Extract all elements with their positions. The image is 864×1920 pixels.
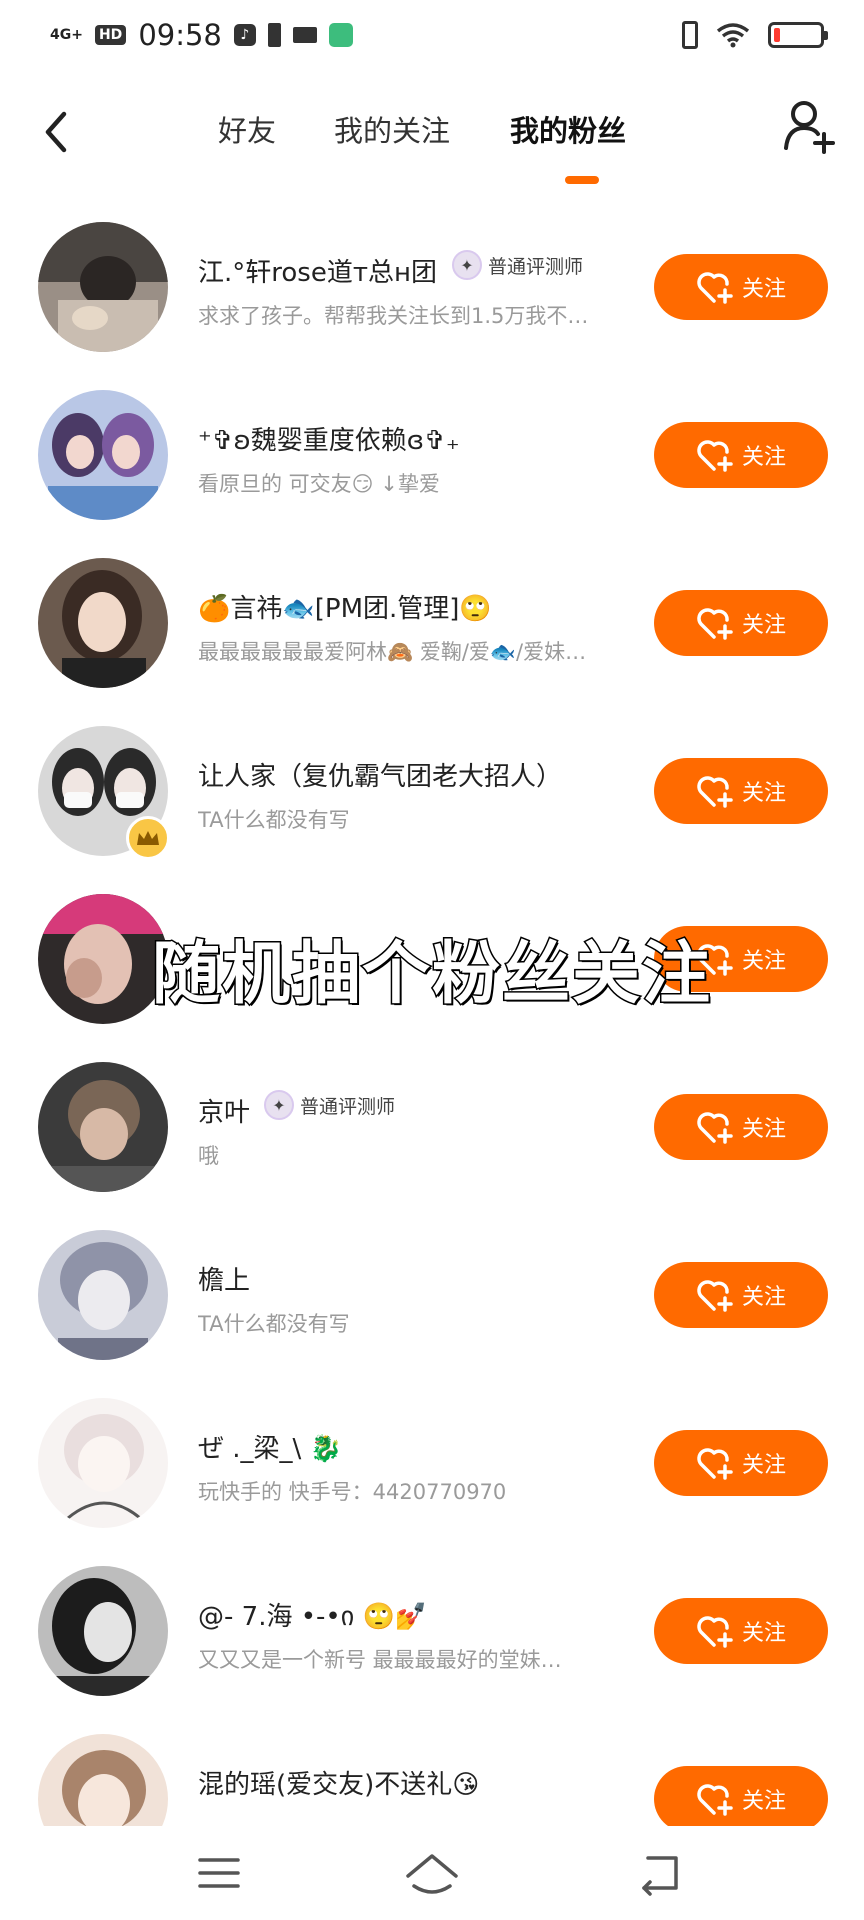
fan-description: TA什么都没有写 xyxy=(198,1312,350,1336)
active-tab-indicator xyxy=(565,176,599,184)
tab-following[interactable]: 我的关注 xyxy=(334,108,450,150)
battery-icon xyxy=(768,22,828,48)
tab-bar: 好友 我的关注 我的粉丝 xyxy=(0,80,864,190)
follow-label: 关注 xyxy=(741,276,786,301)
fan-name: @- 7.海 •-•ი 🙄💅 xyxy=(198,1602,428,1632)
home-icon[interactable] xyxy=(402,1848,462,1898)
add-friend-icon[interactable] xyxy=(782,98,838,158)
status-time: 09:58 xyxy=(138,18,222,52)
camera-icon xyxy=(292,27,317,43)
follow-label: 关注 xyxy=(741,1788,786,1813)
reviewer-badge: ✦ 普通评测师 xyxy=(452,250,583,280)
fan-name: 檐上 xyxy=(198,1266,251,1296)
fan-name: ⁺✞ʚ魏婴重度依赖ɞ✞₊ xyxy=(198,426,460,456)
reviewer-badge: ✦ 普通评测师 xyxy=(264,1090,395,1120)
fan-description: 又又又是一个新号 最最最最好的堂妹… xyxy=(198,1648,562,1672)
avatar[interactable] xyxy=(38,1230,168,1360)
list-item[interactable]: 江.°轩rose道ᴛ总ʜ团 ✦ 普通评测师 求求了孩子。帮帮我关注长到1.5万我… xyxy=(0,216,864,384)
avatar[interactable] xyxy=(38,558,168,688)
avatar[interactable] xyxy=(38,1566,168,1696)
crown-icon xyxy=(126,816,170,860)
fan-name: ぜ ._梁_\ 🐉 xyxy=(198,1434,342,1464)
list-item[interactable]: 京叶 ✦ 普通评测师 哦 关注 xyxy=(0,1056,864,1224)
hd-indicator: HD xyxy=(94,25,127,45)
heart-plus-icon xyxy=(697,272,733,304)
follow-button[interactable]: 关注 xyxy=(654,422,828,488)
avatar[interactable] xyxy=(38,1398,168,1528)
heart-plus-icon xyxy=(697,1784,733,1816)
follow-button[interactable]: 关注 xyxy=(654,590,828,656)
follow-label: 关注 xyxy=(741,612,786,637)
back-nav-icon[interactable] xyxy=(632,1848,692,1898)
status-bar: 4G+ HD 09:58 ♪ xyxy=(0,0,864,70)
follow-button[interactable]: 关注 xyxy=(654,1766,828,1832)
follow-label: 关注 xyxy=(741,1284,786,1309)
network-indicator: 4G+ xyxy=(50,26,83,43)
fan-description: 求求了孩子。帮帮我关注长到1.5万我不… xyxy=(198,304,589,328)
avatar[interactable] xyxy=(38,222,168,352)
reviewer-badge-icon: ✦ xyxy=(452,250,482,280)
fan-description: 玩快手的 快手号：4420770970 xyxy=(198,1480,507,1504)
heart-plus-icon xyxy=(697,1448,733,1480)
list-item[interactable]: 让人家（复仇霸气团老大招人） TA什么都没有写 关注 xyxy=(0,720,864,888)
small-battery-icon xyxy=(267,23,281,47)
follow-button[interactable]: 关注 xyxy=(654,1598,828,1664)
list-item[interactable]: 檐上 TA什么都没有写 关注 xyxy=(0,1224,864,1392)
reviewer-badge-icon: ✦ xyxy=(264,1090,294,1120)
heart-plus-icon xyxy=(697,776,733,808)
heart-plus-icon xyxy=(697,440,733,472)
avatar[interactable] xyxy=(38,1062,168,1192)
avatar[interactable] xyxy=(38,390,168,520)
fan-description: 看原旦的 可交友😏 ↓挚爱 xyxy=(198,472,440,496)
badge-label: 普通评测师 xyxy=(488,255,584,278)
fan-description: 最最最最最最爱阿林🙈 爱鞠/爱🐟/爱妹… xyxy=(198,640,587,664)
fan-name: 让人家（复仇霸气团老大招人） xyxy=(198,762,563,792)
follow-button[interactable]: 关注 xyxy=(654,1430,828,1496)
follow-button[interactable]: 关注 xyxy=(654,254,828,320)
heart-plus-icon xyxy=(697,1616,733,1648)
fan-name: 🍊言祎🐟[PM团.管理]🙄 xyxy=(198,594,492,624)
overlay-caption: 随机抽个粉丝关注 xyxy=(150,934,712,1016)
follow-button[interactable]: 关注 xyxy=(654,758,828,824)
tab-fans[interactable]: 我的粉丝 xyxy=(510,108,626,150)
menu-icon[interactable] xyxy=(190,1848,250,1898)
tiktok-icon: ♪ xyxy=(233,24,256,46)
follow-button[interactable]: 关注 xyxy=(654,1094,828,1160)
list-item[interactable]: @- 7.海 •-•ი 🙄💅 又又又是一个新号 最最最最好的堂妹… 关注 xyxy=(0,1560,864,1728)
fan-description: 哦 xyxy=(198,1144,219,1168)
fan-name: 混的瑶(爱交友)不送礼😘 xyxy=(198,1770,480,1800)
list-item[interactable]: 🍊言祎🐟[PM团.管理]🙄 最最最最最最爱阿林🙈 爱鞠/爱🐟/爱妹… 关注 xyxy=(0,552,864,720)
badge-label: 普通评测师 xyxy=(300,1095,396,1118)
header: 好友 我的关注 我的粉丝 xyxy=(0,80,864,190)
app-notification-icon xyxy=(328,23,353,47)
fan-name: 江.°轩rose道ᴛ总ʜ团 xyxy=(198,258,437,288)
follow-label: 关注 xyxy=(741,1620,786,1645)
follow-label: 关注 xyxy=(741,444,786,469)
vibrate-icon xyxy=(682,21,698,49)
system-nav-bar xyxy=(0,1826,864,1920)
follow-label: 关注 xyxy=(741,1452,786,1477)
heart-plus-icon xyxy=(697,1280,733,1312)
follow-button[interactable]: 关注 xyxy=(654,1262,828,1328)
fan-description: TA什么都没有写 xyxy=(198,808,350,832)
tab-friends[interactable]: 好友 xyxy=(218,108,276,150)
fans-list: 江.°轩rose道ᴛ总ʜ团 ✦ 普通评测师 求求了孩子。帮帮我关注长到1.5万我… xyxy=(0,216,864,1896)
follow-label: 关注 xyxy=(741,1116,786,1141)
fan-name: 京叶 xyxy=(198,1098,251,1128)
wifi-icon xyxy=(716,23,750,48)
follow-label: 关注 xyxy=(741,780,786,805)
heart-plus-icon xyxy=(697,1112,733,1144)
list-item[interactable]: ⁺✞ʚ魏婴重度依赖ɞ✞₊ 看原旦的 可交友😏 ↓挚爱 关注 xyxy=(0,384,864,552)
heart-plus-icon xyxy=(697,608,733,640)
list-item[interactable]: ぜ ._梁_\ 🐉 玩快手的 快手号：4420770970 关注 xyxy=(0,1392,864,1560)
